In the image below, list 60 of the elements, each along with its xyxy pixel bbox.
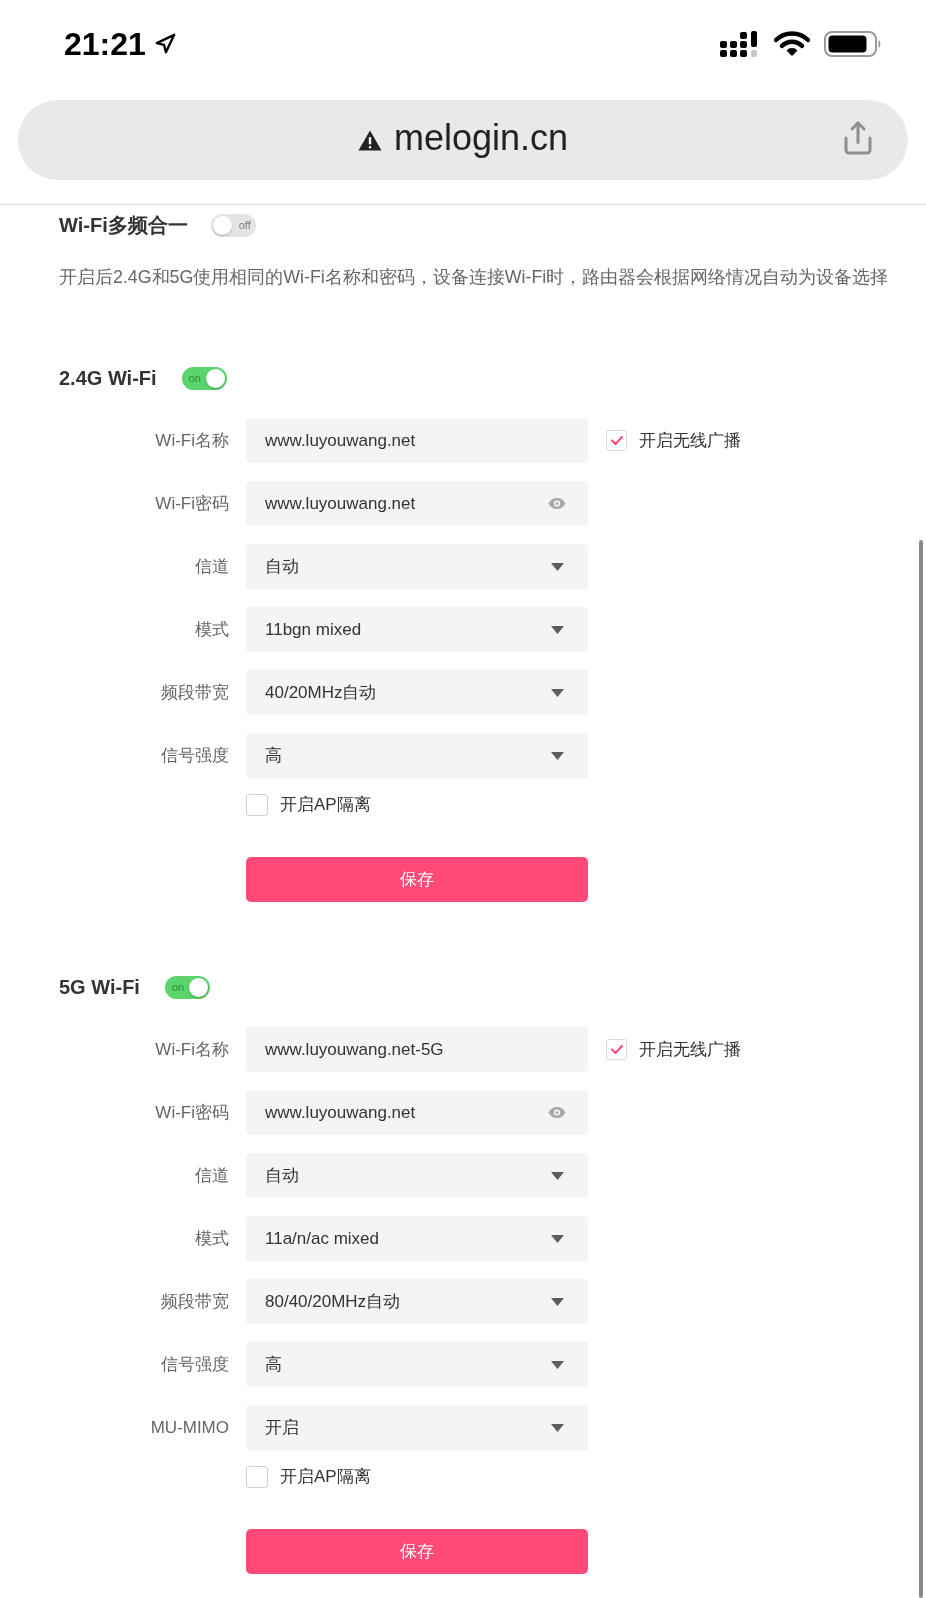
eye-icon[interactable] <box>548 1107 566 1118</box>
caret-down-icon <box>551 1423 564 1432</box>
checkbox-label[interactable]: 开启无线广播 <box>639 1036 741 1063</box>
checkbox-label[interactable]: 开启AP隔离 <box>280 792 371 818</box>
url-text: melogin.cn <box>393 120 569 160</box>
dropdown[interactable]: 高 <box>246 1342 588 1387</box>
field-label: Wi-Fi名称 <box>154 429 229 452</box>
dropdown[interactable]: 11bgn mixed <box>246 607 588 652</box>
eye-icon[interactable] <box>548 498 566 509</box>
field-label: 信号强度 <box>160 1353 229 1376</box>
field-label: 模式 <box>194 618 229 641</box>
dropdown[interactable]: 开启 <box>246 1405 588 1450</box>
password-input[interactable]: www.luyouwang.net <box>246 1090 588 1135</box>
text-input[interactable]: www.luyouwang.net-5G <box>246 1027 588 1072</box>
caret-down-icon <box>551 1171 564 1180</box>
checkbox[interactable] <box>606 1039 627 1060</box>
wifi-icon <box>774 31 810 57</box>
text-input[interactable]: www.luyouwang.net <box>246 418 588 463</box>
dropdown[interactable]: 11a/n/ac mixed <box>246 1216 588 1261</box>
field-label: Wi-Fi密码 <box>154 492 229 515</box>
caret-down-icon <box>551 1297 564 1306</box>
check-icon <box>610 436 623 445</box>
checkbox-label[interactable]: 开启无线广播 <box>639 427 741 454</box>
dropdown[interactable]: 高 <box>246 733 588 778</box>
caret-down-icon <box>551 1234 564 1243</box>
field-label: 频段带宽 <box>160 681 229 704</box>
battery-icon <box>824 31 882 57</box>
checkbox-label[interactable]: 开启AP隔离 <box>280 1464 371 1490</box>
warning-icon <box>357 129 382 151</box>
checkbox[interactable] <box>246 1466 268 1488</box>
field-label: Wi-Fi密码 <box>154 1101 229 1124</box>
field-label: MU-MIMO <box>149 1416 229 1439</box>
dropdown[interactable]: 80/40/20MHz自动 <box>246 1279 588 1324</box>
checkbox[interactable] <box>246 794 268 816</box>
caret-down-icon <box>551 688 564 697</box>
section-title: 5G Wi-Fi <box>59 975 140 1000</box>
dropdown[interactable]: 自动 <box>246 544 588 589</box>
field-label: Wi-Fi名称 <box>154 1038 229 1061</box>
field-label: 信道 <box>194 1164 229 1187</box>
section-title: 2.4G Wi-Fi <box>59 366 157 391</box>
field-label: 频段带宽 <box>160 1290 229 1313</box>
caret-down-icon <box>551 562 564 571</box>
field-label: 信号强度 <box>160 744 229 767</box>
caret-down-icon <box>551 751 564 760</box>
checkbox[interactable] <box>606 430 627 451</box>
dropdown[interactable]: 自动 <box>246 1153 588 1198</box>
field-label: 模式 <box>194 1227 229 1250</box>
section-title: Wi-Fi多频合一 <box>59 213 188 238</box>
caret-down-icon <box>551 1360 564 1369</box>
password-input[interactable]: www.luyouwang.net <box>246 481 588 526</box>
field-label: 信道 <box>194 555 229 578</box>
description-text: 开启后2.4G和5G使用相同的Wi-Fi名称和密码，设备连接Wi-Fi时，路由器会根据网络情况自动为设备选择 <box>59 265 889 289</box>
toggle-switch[interactable]: off <box>210 213 256 237</box>
dropdown[interactable]: 40/20MHz自动 <box>246 670 588 715</box>
address-bar[interactable]: melogin.cn <box>18 100 908 180</box>
status-time: 21:21 <box>64 25 146 64</box>
check-icon <box>610 1045 623 1054</box>
location-arrow-icon <box>153 33 176 55</box>
signal-icon <box>720 31 760 57</box>
caret-down-icon <box>551 625 564 634</box>
